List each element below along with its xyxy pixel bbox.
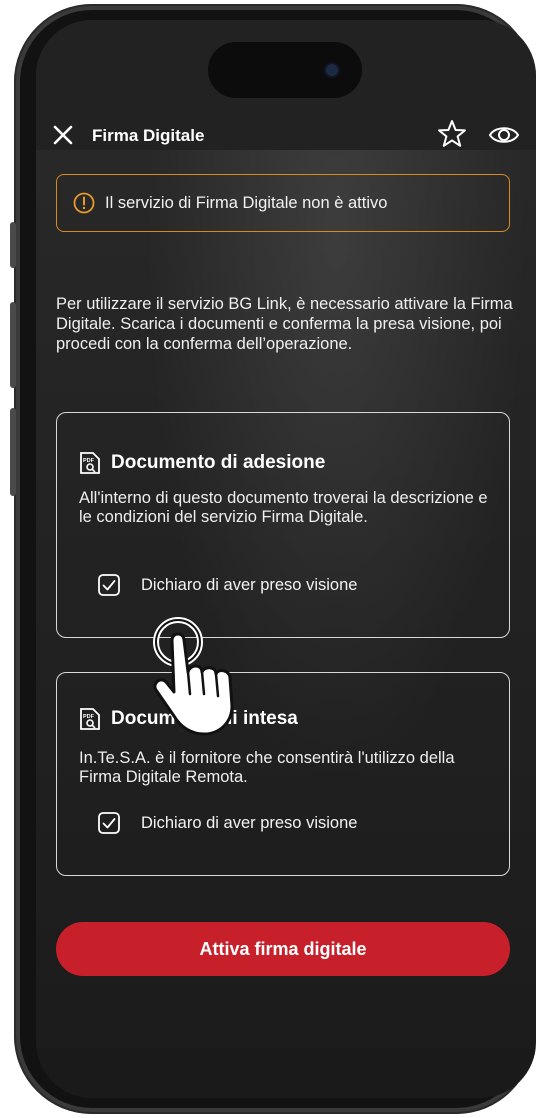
checkbox-label[interactable]: Dichiaro di aver preso visione [141,814,357,833]
svg-text:PDF: PDF [83,458,95,464]
inactive-service-alert: Il servizio di Firma Digitale non è atti… [56,174,510,232]
close-icon[interactable] [52,124,74,146]
eye-icon[interactable] [488,122,520,148]
document-description: All'interno di questo documento troverai… [79,489,488,526]
svg-text:PDF: PDF [83,714,95,720]
side-button-volume-down [10,408,16,496]
acknowledge-checkbox-row[interactable]: Dichiaro di aver preso visione [97,573,357,597]
document-card-intesa: PDF Documento di intesa In.Te.S.A. è il … [56,672,510,876]
side-button-action [10,222,16,268]
document-description: In.Te.S.A. è il fornitore che consentirà… [79,749,455,786]
pdf-search-icon[interactable]: PDF [79,451,101,475]
warning-circle-icon [73,192,95,214]
side-button-volume-up [10,302,16,388]
dynamic-island [208,42,362,98]
star-icon[interactable] [436,118,468,150]
document-header[interactable]: PDF Documento di adesione [79,451,325,475]
intro-text: Per utilizzare il servizio BG Link, è ne… [56,295,513,353]
acknowledge-checkbox-row[interactable]: Dichiaro di aver preso visione [97,811,357,835]
camera-icon [326,64,338,76]
alert-text: Il servizio di Firma Digitale non è atti… [105,193,388,212]
tap-hand-icon [153,617,234,736]
app-screen: Firma Digitale Il servizio di Firma Digi… [36,20,536,1098]
page-title: Firma Digitale [92,126,205,145]
document-card-adesione: PDF Documento di adesione All'interno di… [56,412,510,638]
checkbox-checked-icon[interactable] [97,573,121,597]
document-title[interactable]: Documento di adesione [111,452,325,474]
activate-signature-button[interactable]: Attiva firma digitale [56,922,510,976]
pdf-search-icon[interactable]: PDF [79,707,101,731]
bottom-area [36,1048,536,1098]
checkbox-label[interactable]: Dichiaro di aver preso visione [141,576,357,595]
top-bar: Firma Digitale [36,98,536,170]
checkbox-checked-icon[interactable] [97,811,121,835]
